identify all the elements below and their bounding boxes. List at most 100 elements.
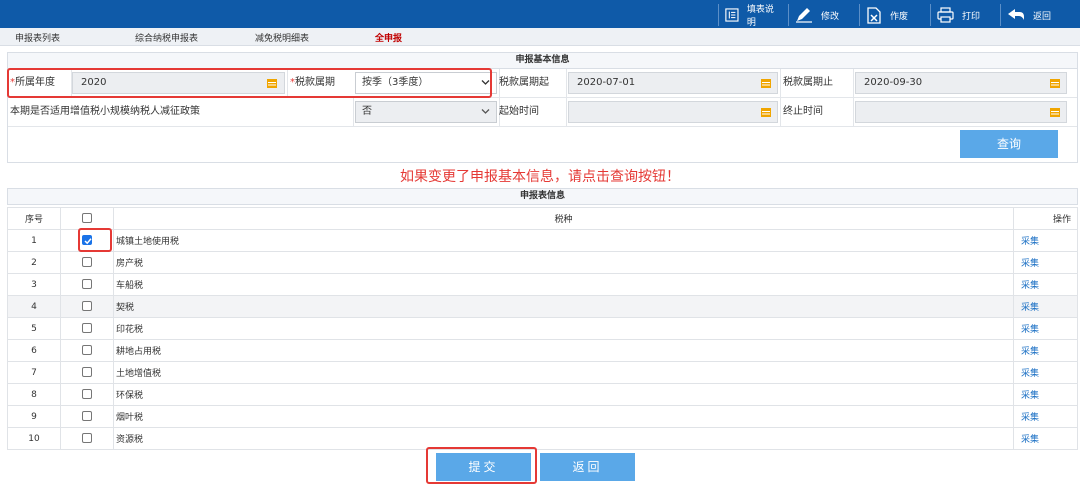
info-row-policy: 本期是否适用增值税小规模纳税人减征政策 否 起始时间 终止时间: [8, 98, 1077, 127]
edit-button[interactable]: 修改: [788, 4, 859, 26]
chevron-down-icon: [481, 109, 490, 114]
row-checkbox[interactable]: [82, 279, 92, 290]
pencil-icon: [796, 8, 812, 23]
change-notice: 如果变更了申报基本信息，请点击查询按钮！: [400, 169, 680, 185]
submit-button[interactable]: 提交: [436, 453, 531, 481]
void-button[interactable]: 作废: [859, 4, 930, 26]
tab-declaration-list[interactable]: 申报表列表: [15, 31, 60, 44]
void-document-icon: [867, 6, 881, 24]
row-op-cell: 采集: [1013, 339, 1078, 362]
year-field[interactable]: 2020: [72, 72, 285, 94]
form-guide-button[interactable]: 填表说明: [718, 4, 788, 28]
edit-label: 修改: [821, 11, 840, 22]
form-guide-icon: [725, 8, 739, 22]
tab-tax-reduction-detail[interactable]: 减免税明细表: [255, 31, 309, 44]
query-button[interactable]: 查询: [960, 130, 1058, 158]
table-row: 4 契税 采集: [7, 295, 1078, 318]
print-button[interactable]: 打印: [930, 4, 1000, 26]
year-label: *所属年度: [10, 77, 55, 88]
row-no: 5: [7, 317, 61, 340]
tab-full-declaration[interactable]: 全申报: [375, 31, 402, 44]
check-icon: [84, 238, 92, 245]
row-select-cell: [60, 383, 114, 406]
row-checkbox[interactable]: [82, 301, 92, 312]
tab-comprehensive-return[interactable]: 综合纳税申报表: [135, 31, 198, 44]
collect-link[interactable]: 采集: [1021, 303, 1039, 313]
end-time-calendar-button[interactable]: [1044, 101, 1066, 123]
start-time-calendar-button[interactable]: [755, 101, 777, 123]
table-row: 7 土地增值税 采集: [7, 361, 1078, 384]
declaration-table-title: 申报表信息: [7, 188, 1078, 205]
row-op-cell: 采集: [1013, 427, 1078, 450]
period-type-value: 按季（3季度）: [362, 77, 429, 88]
row-checkbox[interactable]: [82, 367, 92, 378]
period-end-calendar-button[interactable]: [1044, 72, 1066, 94]
row-tax-name: 耕地占用税: [113, 339, 1014, 362]
back-button[interactable]: 返回: [540, 453, 635, 481]
header-tax: 税种: [113, 207, 1014, 230]
top-toolbar: 填表说明 修改 作废 打印 返回: [0, 0, 1080, 28]
period-type-select[interactable]: 按季（3季度）: [355, 72, 497, 94]
tab-bar: 申报表列表 综合纳税申报表 减免税明细表 全申报: [0, 28, 1080, 46]
collect-link[interactable]: 采集: [1021, 391, 1039, 401]
collect-link[interactable]: 采集: [1021, 413, 1039, 423]
collect-link[interactable]: 采集: [1021, 237, 1039, 247]
row-select-cell: [60, 229, 114, 252]
toolbar-back-button[interactable]: 返回: [1000, 4, 1070, 26]
period-end-field[interactable]: 2020-09-30: [855, 72, 1067, 94]
toolbar-buttons: 填表说明 修改 作废 打印 返回: [718, 4, 1070, 28]
table-row: 6 耕地占用税 采集: [7, 339, 1078, 362]
form-guide-label: 填表说明: [746, 5, 774, 28]
row-no: 1: [7, 229, 61, 252]
row-checkbox[interactable]: [82, 411, 92, 422]
calendar-icon: [761, 108, 771, 117]
row-op-cell: 采集: [1013, 273, 1078, 296]
declaration-table: 序号 税种 操作 1 城镇土地使用税 采集 2 房产税 采集 3 车船税 采集 4 契税 采集 5 印花税…: [7, 207, 1078, 450]
period-end-label: 税款属期止: [783, 77, 833, 88]
row-op-cell: 采集: [1013, 251, 1078, 274]
collect-link[interactable]: 采集: [1021, 281, 1039, 291]
period-start-label: 税款属期起: [499, 77, 549, 88]
basic-info-title: 申报基本信息: [7, 52, 1078, 69]
row-checkbox-checked[interactable]: [82, 235, 92, 246]
row-checkbox[interactable]: [82, 389, 92, 400]
row-checkbox[interactable]: [82, 257, 92, 268]
end-time-field[interactable]: [855, 101, 1067, 123]
table-row: 2 房产税 采集: [7, 251, 1078, 274]
collect-link[interactable]: 采集: [1021, 259, 1039, 269]
row-no: 9: [7, 405, 61, 428]
basic-info-panel: *所属年度 2020 *税款属期 按季（3季度） 税款属期起 2020-07-0…: [7, 69, 1078, 163]
row-checkbox[interactable]: [82, 345, 92, 356]
row-select-cell: [60, 317, 114, 340]
collect-link[interactable]: 采集: [1021, 435, 1039, 445]
table-header-row: 序号 税种 操作: [7, 207, 1078, 230]
row-op-cell: 采集: [1013, 317, 1078, 340]
header-no: 序号: [7, 207, 61, 230]
end-time-label: 终止时间: [783, 106, 823, 117]
period-start-field[interactable]: 2020-07-01: [568, 72, 778, 94]
policy-select[interactable]: 否: [355, 101, 497, 123]
collect-link[interactable]: 采集: [1021, 325, 1039, 335]
row-no: 6: [7, 339, 61, 362]
printer-icon: [937, 7, 954, 23]
row-tax-name: 房产税: [113, 251, 1014, 274]
collect-link[interactable]: 采集: [1021, 347, 1039, 357]
collect-link[interactable]: 采集: [1021, 369, 1039, 379]
table-row: 3 车船税 采集: [7, 273, 1078, 296]
policy-value: 否: [362, 106, 372, 117]
row-checkbox[interactable]: [82, 433, 92, 444]
start-time-field[interactable]: [568, 101, 778, 123]
select-all-checkbox[interactable]: [82, 213, 92, 224]
year-calendar-button[interactable]: [261, 72, 283, 94]
table-row: 8 环保税 采集: [7, 383, 1078, 406]
header-select-all: [60, 207, 114, 230]
void-label: 作废: [890, 11, 909, 22]
row-op-cell: 采集: [1013, 383, 1078, 406]
row-tax-name: 环保税: [113, 383, 1014, 406]
table-row: 5 印花税 采集: [7, 317, 1078, 340]
info-row-period: *所属年度 2020 *税款属期 按季（3季度） 税款属期起 2020-07-0…: [8, 69, 1077, 98]
row-checkbox[interactable]: [82, 323, 92, 334]
period-start-calendar-button[interactable]: [755, 72, 777, 94]
calendar-icon: [267, 79, 277, 88]
calendar-icon: [1050, 108, 1060, 117]
